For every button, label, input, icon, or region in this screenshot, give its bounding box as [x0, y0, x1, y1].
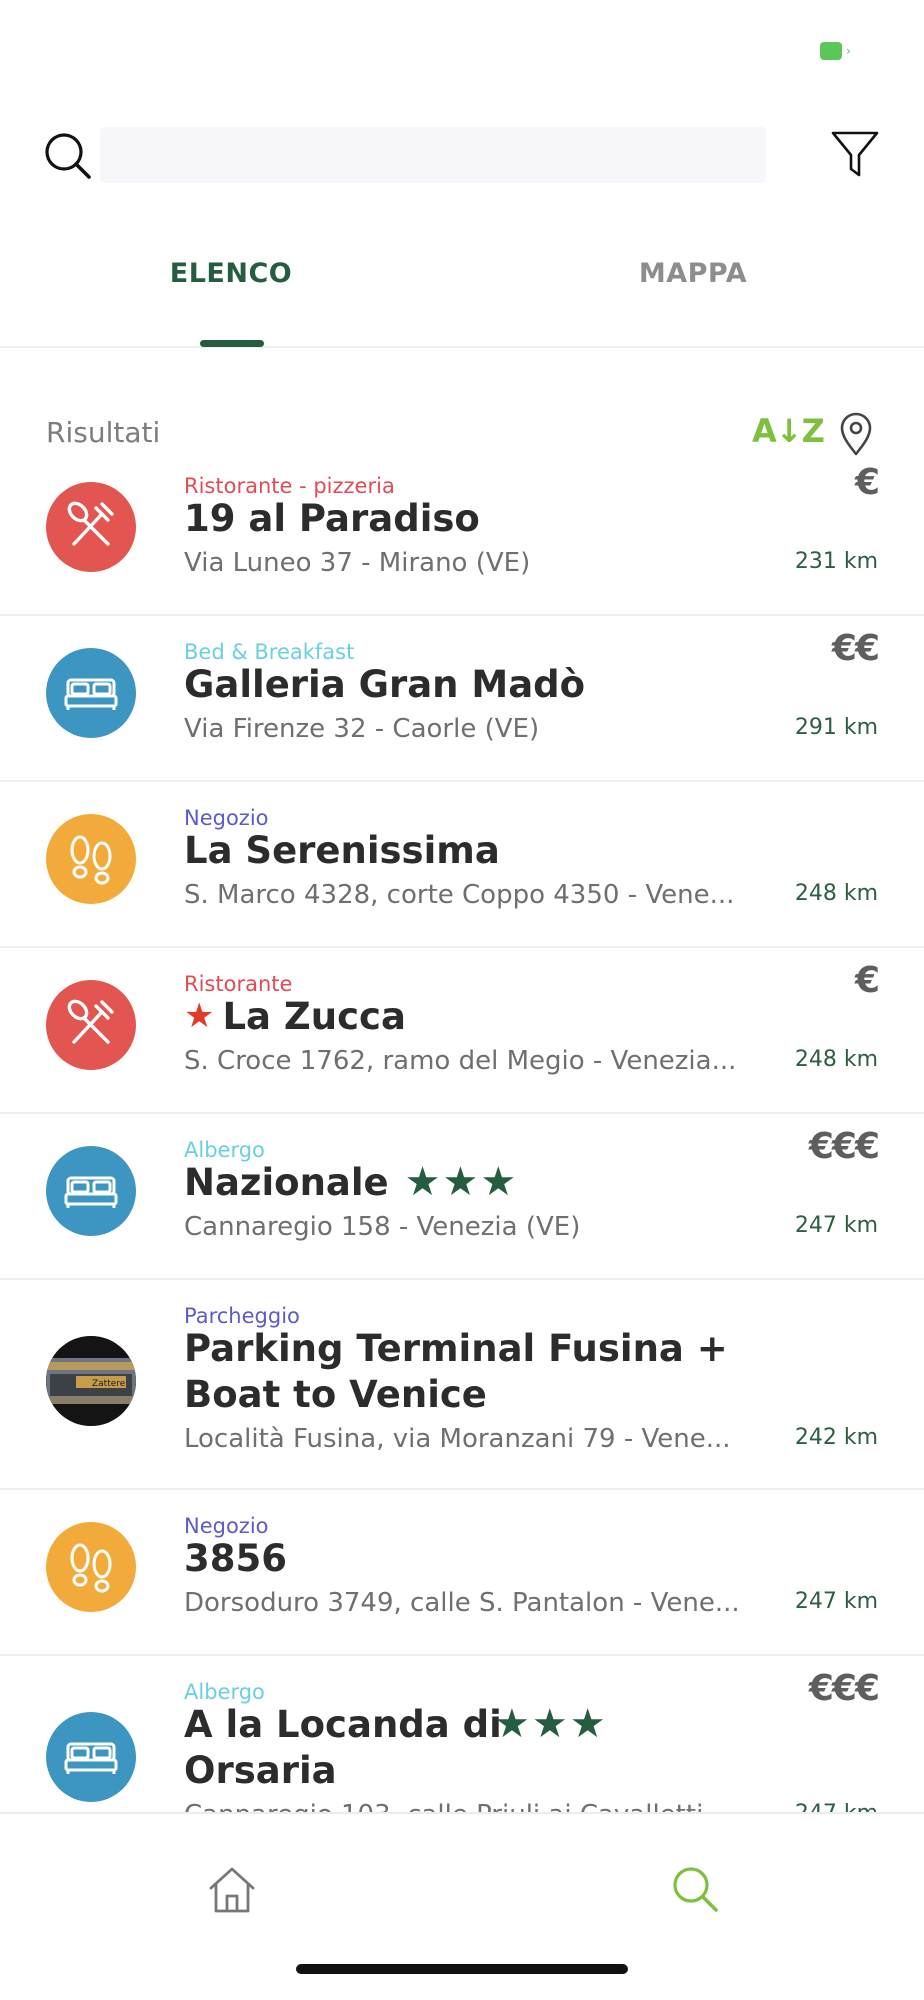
search-icon[interactable] [42, 130, 94, 182]
fork-knife-icon [67, 501, 114, 546]
home-indicator [296, 1964, 628, 1974]
restaurant-avatar [46, 980, 136, 1070]
price-level: €€€ [808, 1126, 880, 1167]
list-item[interactable]: Bed & Breakfast Galleria Gran Madò Via F… [0, 616, 924, 782]
item-category: Ristorante [184, 972, 293, 996]
item-name: Nazionale ★★★ [184, 1159, 519, 1205]
search-input[interactable] [100, 127, 766, 183]
star-rating: ★★★ [404, 1159, 519, 1205]
item-category: Ristorante - pizzeria [184, 474, 395, 498]
item-address: Via Luneo 37 - Mirano (VE) [184, 548, 531, 578]
favorite-star-icon: ★ [184, 996, 215, 1036]
footprints-icon [70, 1543, 112, 1593]
bed-icon [64, 678, 118, 710]
list-item[interactable]: Ristorante ★ La Zucca S. Croce 1762, ramo… [0, 948, 924, 1114]
item-name: La Serenissima [184, 829, 500, 872]
price-level: € [854, 960, 880, 1001]
search-bar [0, 118, 924, 192]
restaurant-avatar [46, 482, 136, 572]
item-name: ★ La Zucca [184, 995, 406, 1038]
shop-avatar [46, 1522, 136, 1612]
item-distance: 247 km [794, 1589, 878, 1614]
item-distance: 291 km [794, 715, 878, 740]
item-category: Negozio [184, 806, 269, 830]
lodging-avatar [46, 1146, 136, 1236]
item-distance: 247 km [794, 1213, 878, 1238]
list-item[interactable]: Ristorante - pizzeria 19 al Paradiso Via… [0, 466, 924, 616]
item-address: Cannaregio 103, calle Priuli ai Cavallet… [184, 1800, 744, 1812]
battery-icon: › [820, 42, 852, 60]
item-address: Dorsoduro 3749, calle S. Pantalon - Vene… [184, 1588, 740, 1618]
item-address: S. Marco 4328, corte Coppo 4350 - Vene..… [184, 880, 735, 910]
item-distance: 248 km [794, 881, 878, 906]
item-name: Galleria Gran Madò [184, 663, 586, 706]
item-address: Via Firenze 32 - Caorle (VE) [184, 714, 540, 744]
item-distance: 231 km [794, 549, 878, 574]
item-address: S. Croce 1762, ramo del Megio - Venezia.… [184, 1046, 737, 1076]
item-address: Cannaregio 158 - Venezia (VE) [184, 1212, 581, 1242]
item-distance: 248 km [794, 1047, 878, 1072]
search-nav-icon[interactable] [670, 1864, 720, 1914]
fork-knife-icon [67, 999, 114, 1044]
item-category: Negozio [184, 1514, 269, 1538]
item-address: Località Fusina, via Moranzani 79 - Vene… [184, 1424, 731, 1454]
list-item[interactable]: Negozio La Serenissima S. Marco 4328, co… [0, 782, 924, 948]
parking-photo-image: Zattere [46, 1336, 136, 1426]
tab-elenco[interactable]: ELENCO [0, 258, 462, 289]
tab-bar: ELENCO MAPPA [0, 240, 924, 348]
lodging-avatar [46, 648, 136, 738]
home-icon[interactable] [206, 1864, 258, 1916]
results-list: Ristorante - pizzeria 19 al Paradiso Via… [0, 466, 924, 1812]
bottom-navigation [0, 1812, 924, 2000]
item-category: Albergo [184, 1138, 265, 1162]
item-distance: 242 km [794, 1425, 878, 1450]
price-level: € [854, 466, 880, 503]
price-level: €€ [831, 628, 880, 669]
list-item[interactable]: Albergo Nazionale ★★★ Cannaregio 158 - Ve… [0, 1114, 924, 1280]
item-name: 3856 [184, 1537, 287, 1580]
sort-az-button[interactable]: A↓Z [752, 412, 825, 450]
bed-icon [64, 1742, 118, 1774]
active-tab-indicator [200, 340, 264, 347]
item-name: A la Locanda di Orsaria [184, 1703, 502, 1792]
results-label: Risultati [46, 416, 161, 449]
item-name: 19 al Paradiso [184, 497, 480, 540]
location-pin-icon[interactable] [838, 412, 874, 456]
parking-photo: Zattere [46, 1336, 136, 1426]
filter-icon[interactable] [830, 128, 880, 182]
item-distance: 247 km [795, 1801, 878, 1812]
bed-icon [64, 1176, 118, 1208]
lodging-avatar [46, 1712, 136, 1802]
item-name: Parking Terminal Fusina + Boat to Venice [184, 1327, 728, 1416]
tab-mappa[interactable]: MAPPA [462, 258, 924, 289]
shop-avatar [46, 814, 136, 904]
list-item[interactable]: Albergo A la Locanda di Orsaria ★★★ Cann… [0, 1656, 924, 1812]
photo-sign-text: Zattere [92, 1379, 126, 1389]
item-category: Albergo [184, 1680, 265, 1704]
footprints-icon [70, 835, 112, 885]
star-rating: ★★★ [494, 1701, 608, 1747]
list-item[interactable]: Negozio 3856 Dorsoduro 3749, calle S. Pa… [0, 1490, 924, 1656]
item-category: Bed & Breakfast [184, 640, 355, 664]
item-category: Parcheggio [184, 1304, 300, 1328]
price-level: €€€ [808, 1668, 880, 1709]
list-item[interactable]: Zattere Parcheggio Parking Terminal Fusi… [0, 1280, 924, 1490]
